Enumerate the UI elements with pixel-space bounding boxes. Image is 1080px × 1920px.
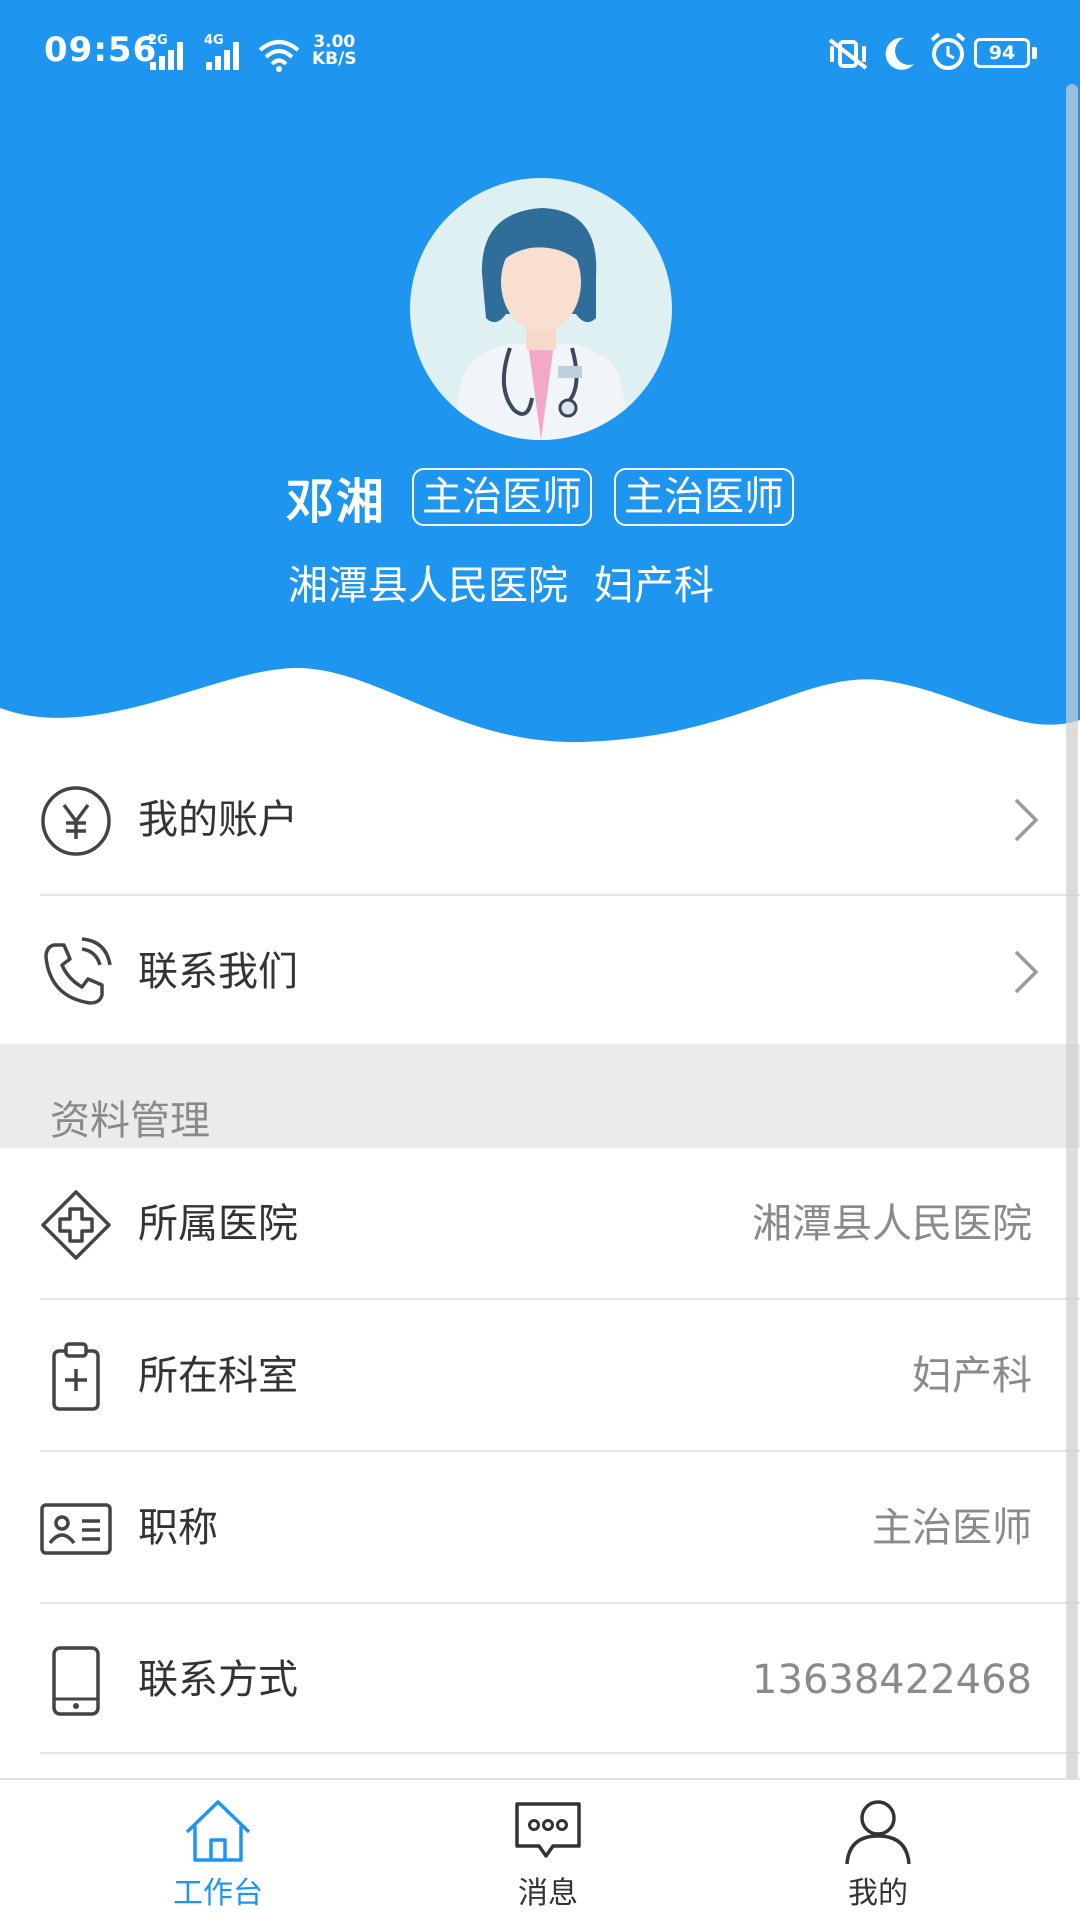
info-row-department[interactable]: 所在科室 妇产科 xyxy=(0,1300,1080,1450)
phone-call-icon xyxy=(44,937,112,1005)
menu-item-label: 联系我们 xyxy=(138,949,298,995)
battery-tip xyxy=(1032,47,1037,59)
chevron-right-icon xyxy=(1014,798,1039,842)
menu-item-label: 我的账户 xyxy=(138,797,298,843)
person-icon xyxy=(845,1800,911,1865)
signal-bars-2-icon xyxy=(206,42,239,70)
profile-header: 09:56 2G 4G 3.00 KB/S 94 邓湘 主治医师 主治医师 湘潭… xyxy=(0,0,1080,750)
alarm-icon xyxy=(930,32,966,70)
id-card-icon xyxy=(40,1503,112,1555)
yuan-coin-icon xyxy=(41,786,111,856)
info-row-contact[interactable]: 联系方式 13638422468 xyxy=(0,1604,1080,1754)
info-row-hospital[interactable]: 所属医院 湘潭县人民医院 xyxy=(0,1148,1080,1298)
info-value: 妇产科 xyxy=(912,1353,1032,1399)
info-label: 所在科室 xyxy=(138,1353,298,1399)
home-icon xyxy=(185,1800,251,1862)
hospital-name: 湘潭县人民医院 xyxy=(288,563,568,609)
status-time: 09:56 xyxy=(44,30,158,70)
network-speed: 3.00 KB/S xyxy=(312,34,357,68)
nav-tab-messages[interactable]: 消息 xyxy=(368,1780,728,1920)
battery-icon: 94 xyxy=(974,38,1030,68)
info-value: 13638422468 xyxy=(752,1657,1032,1703)
nav-label: 消息 xyxy=(518,1876,578,1911)
mute-vibrate-icon xyxy=(828,38,868,70)
status-bar: 09:56 2G 4G 3.00 KB/S 94 xyxy=(0,0,1080,108)
bottom-nav: 工作台 消息 我的 xyxy=(0,1778,1080,1920)
mobile-phone-icon xyxy=(52,1646,100,1716)
clipboard-plus-icon xyxy=(52,1342,100,1411)
scrollbar[interactable] xyxy=(1066,84,1078,1784)
divider xyxy=(40,1752,1080,1754)
wifi-icon xyxy=(258,40,300,72)
title-tag: 主治医师 xyxy=(614,468,794,526)
name-row: 邓湘 主治医师 主治医师 xyxy=(0,466,1080,530)
message-icon xyxy=(515,1802,581,1858)
nav-tab-workbench[interactable]: 工作台 xyxy=(38,1780,398,1920)
department-name: 妇产科 xyxy=(594,563,714,609)
doctor-avatar-illustration xyxy=(450,208,632,440)
info-label: 职称 xyxy=(138,1505,218,1551)
doctor-name: 邓湘 xyxy=(285,474,386,530)
avatar[interactable] xyxy=(410,178,672,440)
title-tag: 主治医师 xyxy=(412,468,592,526)
organization-row: 湘潭县人民医院 妇产科 xyxy=(288,552,714,612)
moon-icon xyxy=(885,37,914,70)
hospital-cross-icon xyxy=(41,1190,111,1260)
info-value: 湘潭县人民医院 xyxy=(752,1201,1032,1247)
menu-item-my-account[interactable]: 我的账户 xyxy=(0,744,1080,894)
section-header: 资料管理 xyxy=(0,1044,1080,1148)
nav-label: 我的 xyxy=(848,1876,908,1911)
speed-unit: KB/S xyxy=(312,49,357,69)
nav-label: 工作台 xyxy=(173,1876,263,1911)
info-label: 所属医院 xyxy=(138,1201,298,1247)
menu-item-contact-us[interactable]: 联系我们 xyxy=(0,896,1080,1046)
battery-level: 94 xyxy=(988,42,1016,64)
info-value: 主治医师 xyxy=(872,1505,1032,1551)
nav-tab-mine[interactable]: 我的 xyxy=(698,1780,1058,1920)
section-title: 资料管理 xyxy=(50,1098,210,1144)
info-label: 联系方式 xyxy=(138,1657,298,1703)
signal-bars-1-icon xyxy=(150,42,183,70)
info-row-title[interactable]: 职称 主治医师 xyxy=(0,1452,1080,1602)
chevron-right-icon xyxy=(1014,950,1039,994)
